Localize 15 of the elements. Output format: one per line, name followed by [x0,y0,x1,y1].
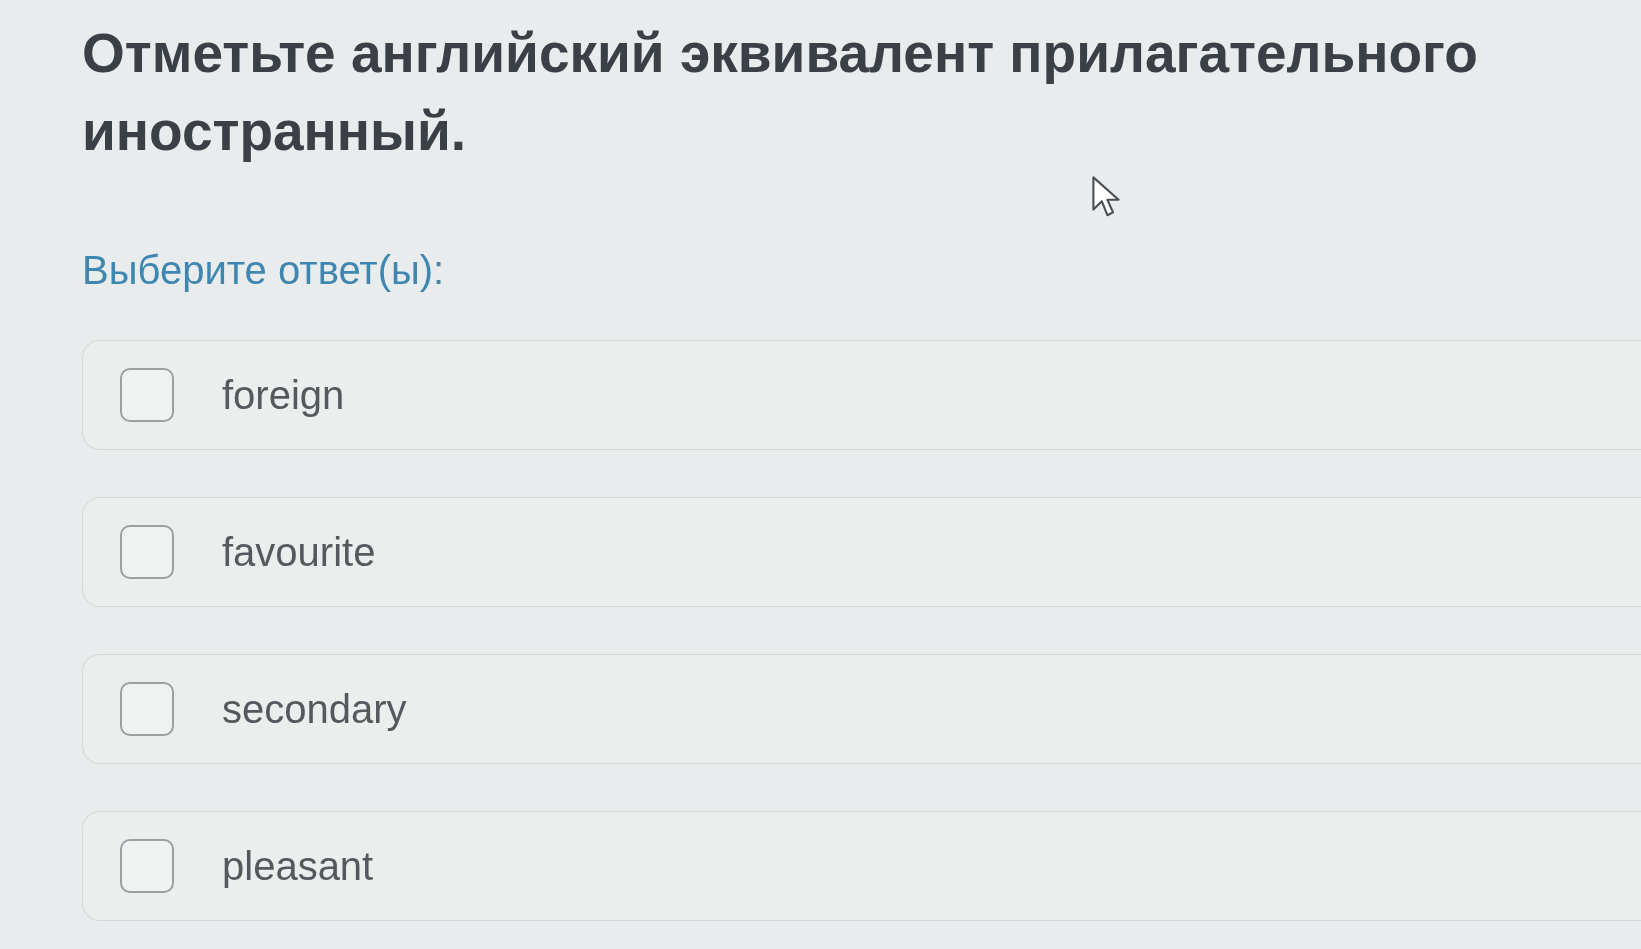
answer-option[interactable]: foreign [82,340,1641,450]
option-label: foreign [222,372,345,419]
answer-option[interactable]: secondary [82,654,1641,764]
option-label: pleasant [222,843,374,890]
answer-option[interactable]: pleasant [82,811,1641,921]
checkbox[interactable] [120,839,174,893]
checkbox[interactable] [120,525,174,579]
mouse-pointer-icon [1092,176,1120,218]
checkbox[interactable] [120,682,174,736]
question-title: Отметьте английский эквивалент прилагательного иностранный. [82,21,1479,164]
answer-option[interactable]: favourite [82,497,1641,607]
option-label: secondary [222,686,407,733]
answer-prompt: Выберите ответ(ы): [82,247,445,294]
option-label: favourite [222,529,376,576]
checkbox[interactable] [120,368,174,422]
